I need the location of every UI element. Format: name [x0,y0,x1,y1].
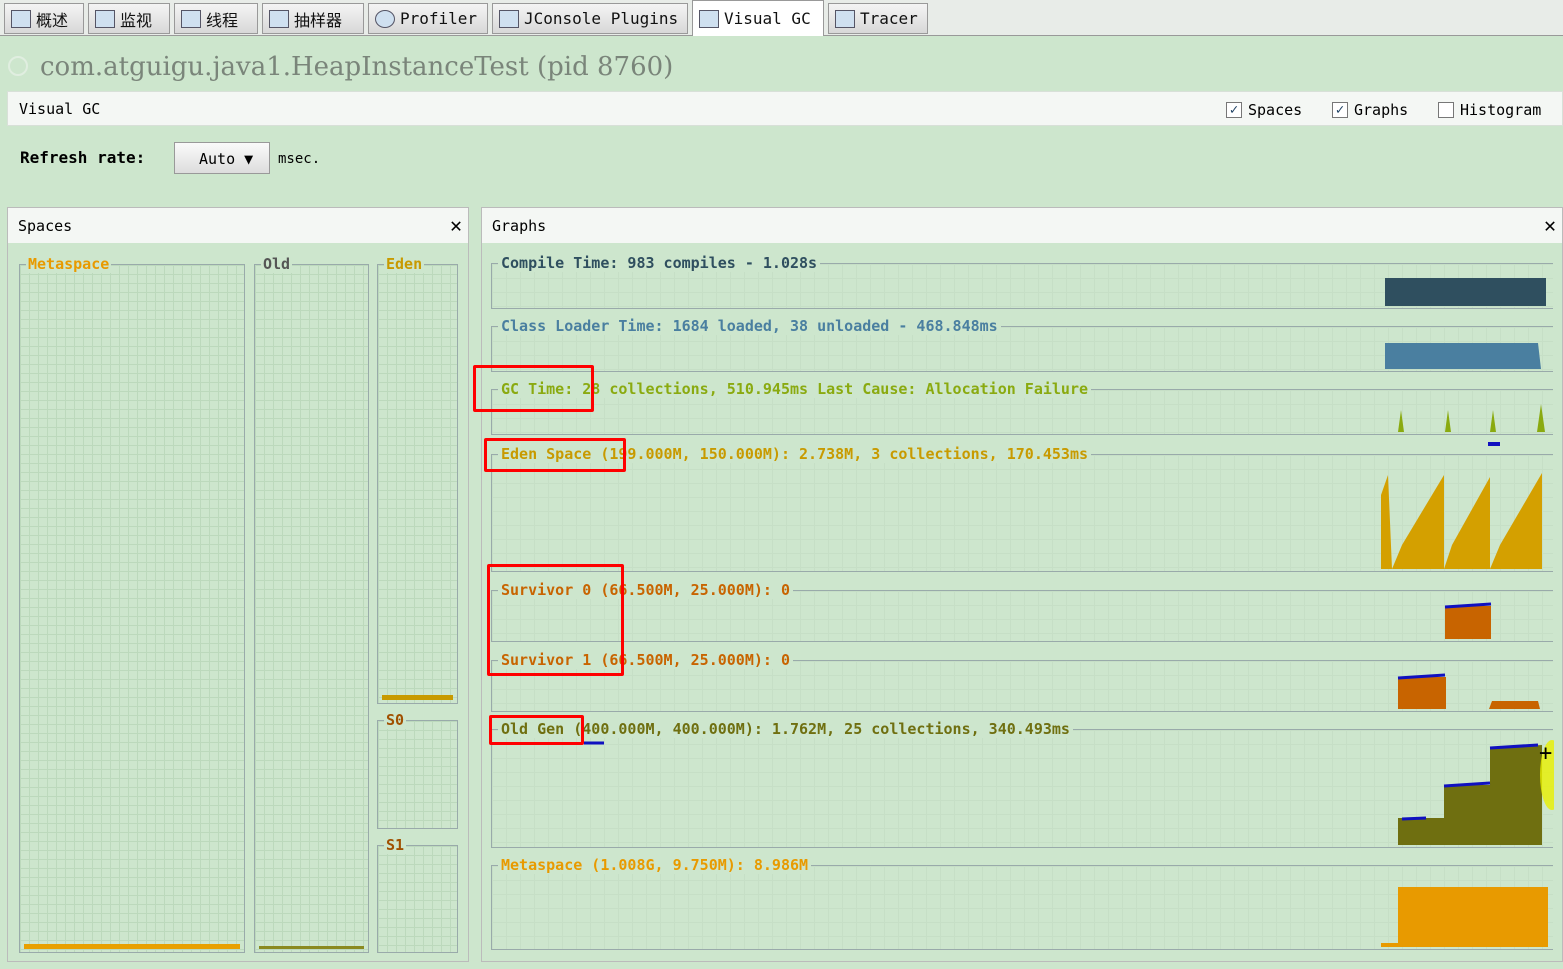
monitor-icon [95,9,115,28]
old-fill [259,946,364,949]
jconsole-icon [499,9,519,28]
close-icon[interactable]: ✕ [1544,213,1556,237]
app-title: com.atguigu.java1.HeapInstanceTest (pid … [40,52,674,82]
gc-time-graph: GC Time: 28 collections, 510.945ms Last … [491,380,1553,446]
tab-profiler[interactable]: Profiler [368,3,488,34]
tab-monitor[interactable]: 监视 [88,3,170,34]
tab-tracer[interactable]: Tracer [828,3,928,34]
survivor-1-graph: Survivor 1 (66.500M, 25.000M): 0 [491,651,1553,712]
highlight-old-gen [489,715,584,745]
highlight-eden-space [484,438,626,472]
class-loader-graph: Class Loader Time: 1684 loaded, 38 unloa… [491,317,1553,372]
threads-icon [181,9,201,28]
spaces-panel-header: Spaces ✕ [8,208,468,243]
tab-threads[interactable]: 线程 [174,3,258,34]
refresh-rate-label: Refresh rate: [20,148,146,167]
header-title: Visual GC [19,100,101,118]
highlight-survivors [487,564,624,676]
refresh-rate-select[interactable]: Auto ▼ [174,142,270,174]
spaces-panel: Spaces ✕ Metaspace Old Eden S0 S1 [7,207,469,962]
refresh-unit: msec. [278,151,321,167]
metaspace-fill [24,944,240,949]
profiler-icon [375,9,395,28]
tracer-icon [835,9,855,28]
tab-visual-gc[interactable]: Visual GC [692,0,824,36]
old-space: Old [254,255,369,953]
metaspace-space: Metaspace [19,255,245,953]
status-indicator-icon [8,56,28,76]
chevron-down-icon: ▼ [244,150,254,168]
survivor-0-graph: Survivor 0 (66.500M, 25.000M): 0 [491,581,1553,642]
checkbox-unchecked-icon [1438,102,1454,118]
close-icon[interactable]: ✕ [450,213,462,237]
visual-gc-header: Visual GC ✓ Spaces ✓ Graphs Histogram [7,91,1563,126]
checkbox-checked-icon: ✓ [1226,102,1242,118]
tab-sampler[interactable]: 抽样器 [262,3,364,34]
metaspace-graph: Metaspace (1.008G, 9.750M): 8.986M [491,856,1553,950]
visualgc-icon [699,9,719,28]
spaces-checkbox[interactable]: ✓ Spaces [1226,101,1302,119]
tab-bar: 概述 监视 线程 抽样器 Profiler JConsole Plugins V… [0,0,1563,36]
tab-overview[interactable]: 概述 [4,3,84,34]
eden-space-graph: Eden Space (199.000M, 150.000M): 2.738M,… [491,445,1553,572]
s1-space: S1 [377,836,458,953]
overview-icon [11,9,31,28]
checkbox-checked-icon: ✓ [1332,102,1348,118]
svg-text:+: + [1539,741,1552,766]
eden-fill [382,695,453,700]
tab-jconsole-plugins[interactable]: JConsole Plugins [492,3,688,34]
old-gen-graph: Old Gen (400.000M, 400.000M): 1.762M, 25… [491,720,1554,848]
highlight-gc-time [473,365,594,412]
compile-time-graph: Compile Time: 983 compiles - 1.028s [491,254,1553,309]
eden-space: Eden [377,255,458,704]
histogram-checkbox[interactable]: Histogram [1438,101,1541,119]
s0-space: S0 [377,711,458,829]
sampler-icon [269,9,289,28]
graphs-panel-header: Graphs ✕ [482,208,1562,243]
graphs-checkbox[interactable]: ✓ Graphs [1332,101,1408,119]
